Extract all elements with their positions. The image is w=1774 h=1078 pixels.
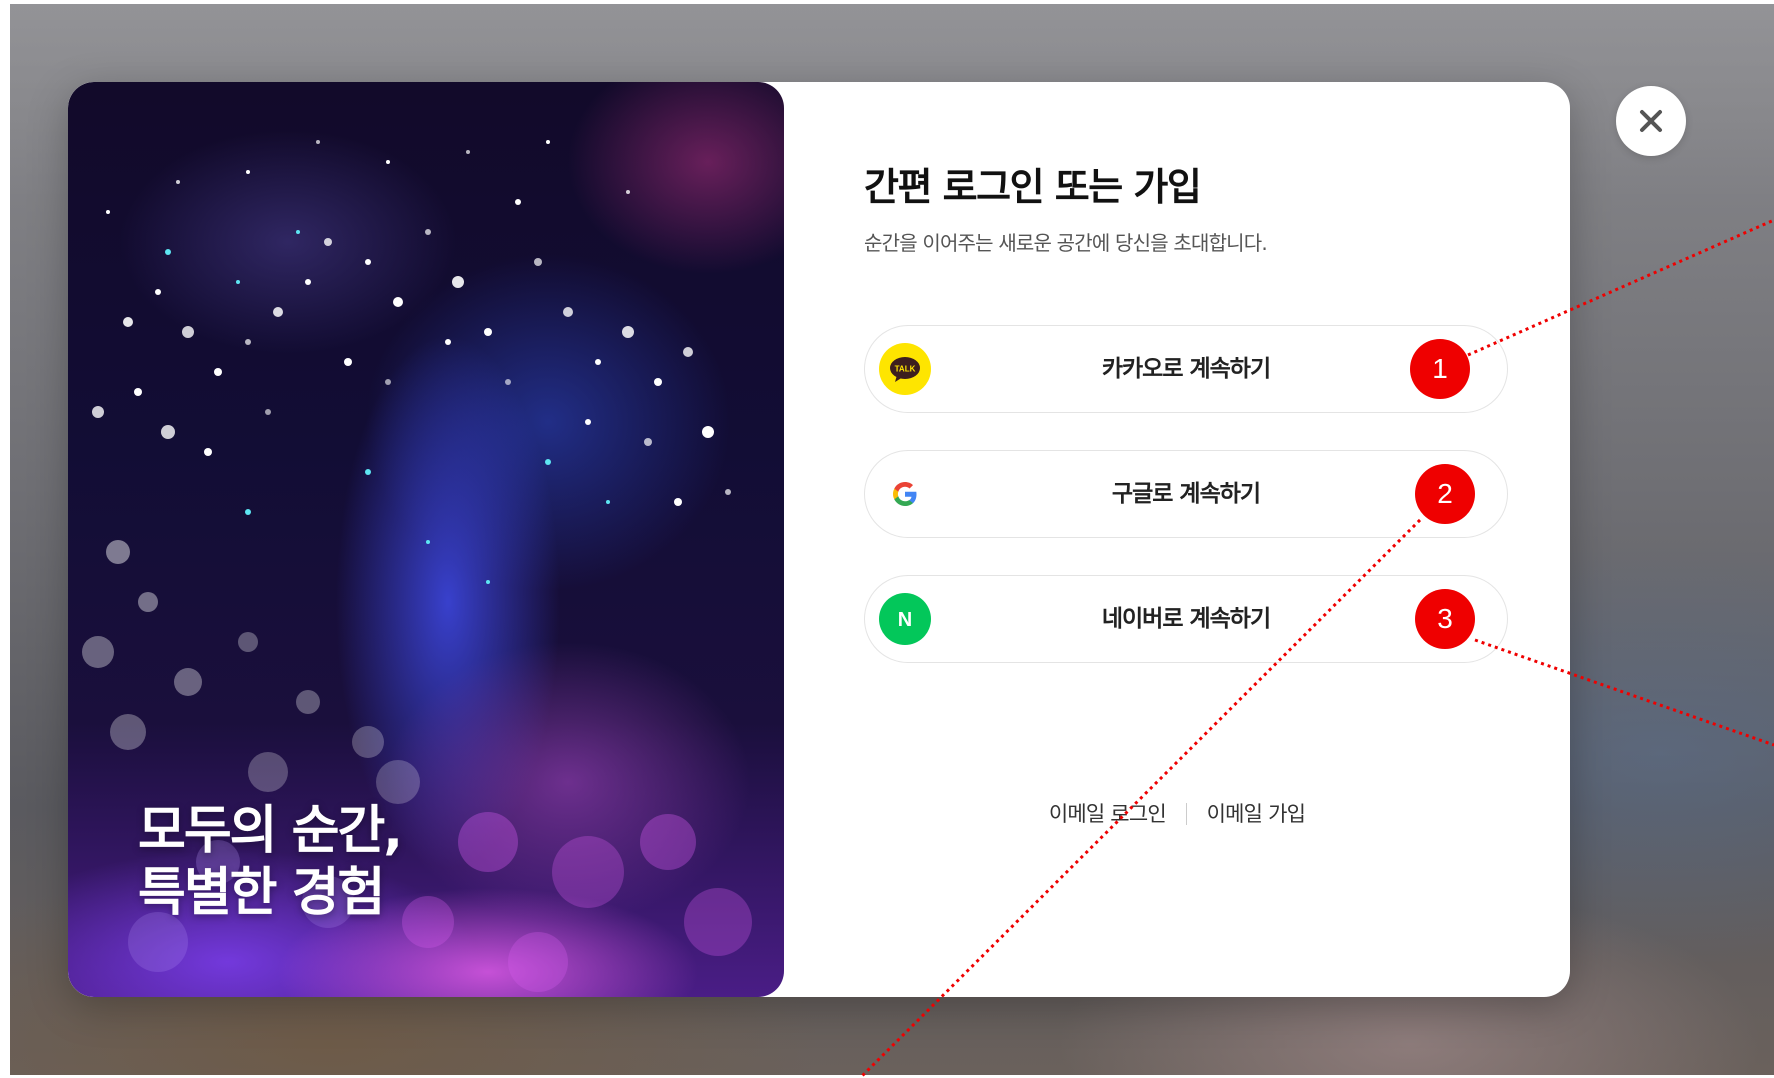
link-divider xyxy=(1185,803,1187,825)
hero-tagline-line1: 모두의 순간, xyxy=(138,801,403,861)
hero-image: 모두의 순간, 특별한 경험 xyxy=(68,82,784,997)
email-signup-link[interactable]: 이메일 가입 xyxy=(1207,802,1306,826)
annotation-marker-3: 3 xyxy=(1415,589,1475,649)
close-button[interactable] xyxy=(1616,86,1686,156)
google-login-label: 구글로 계속하기 xyxy=(1111,481,1261,507)
close-icon xyxy=(1640,110,1662,132)
email-links: 이메일 로그인 이메일 가입 xyxy=(784,798,1570,828)
hero-tagline-line2: 특별한 경험 xyxy=(138,863,385,923)
annotation-marker-1: 1 xyxy=(1410,339,1470,399)
naver-login-button[interactable]: N 네이버로 계속하기 xyxy=(864,575,1508,663)
google-login-button[interactable]: 구글로 계속하기 xyxy=(864,450,1508,538)
annotation-marker-2: 2 xyxy=(1415,464,1475,524)
login-panel: 간편 로그인 또는 가입 순간을 이어주는 새로운 공간에 당신을 초대합니다.… xyxy=(784,82,1570,997)
login-subtitle: 순간을 이어주는 새로운 공간에 당신을 초대합니다. xyxy=(864,231,1268,255)
naver-login-label: 네이버로 계속하기 xyxy=(1101,606,1271,632)
login-modal: 모두의 순간, 특별한 경험 간편 로그인 또는 가입 순간을 이어주는 새로운… xyxy=(68,82,1570,997)
email-login-link[interactable]: 이메일 로그인 xyxy=(1049,802,1167,826)
hero-tagline: 모두의 순간, 특별한 경험 xyxy=(138,800,403,924)
login-title: 간편 로그인 또는 가입 xyxy=(864,165,1202,209)
